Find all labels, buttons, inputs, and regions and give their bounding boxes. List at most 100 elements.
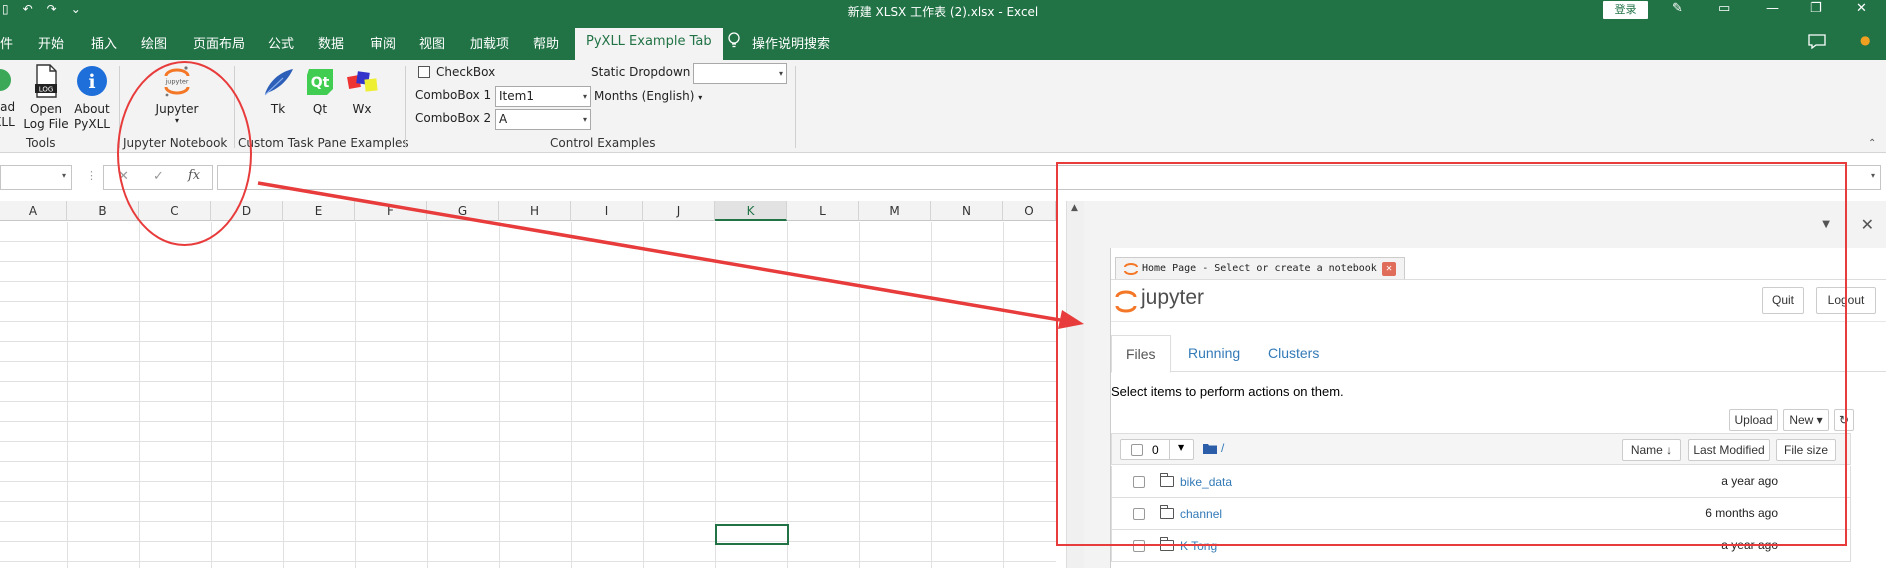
list-item[interactable]: K Tong a year ago — [1111, 530, 1851, 562]
tab-review[interactable]: 审阅 — [370, 33, 396, 52]
column-header[interactable]: C — [139, 201, 211, 221]
row-checkbox[interactable] — [1133, 476, 1145, 488]
expand-formula-icon[interactable]: ▾ — [1871, 171, 1875, 180]
browser-tab[interactable]: Home Page - Select or create a notebook … — [1115, 257, 1405, 279]
months-dropdown[interactable]: Months (English) ▾ — [594, 89, 702, 103]
maximize-icon[interactable]: ❐ — [1810, 0, 1822, 18]
insert-function-icon[interactable]: fx — [188, 168, 200, 183]
column-header[interactable]: J — [643, 201, 715, 221]
upload-button[interactable]: Upload — [1729, 409, 1778, 431]
qt-logo-icon: Qt — [307, 69, 333, 95]
file-name-link[interactable]: channel — [1180, 507, 1222, 521]
active-cell[interactable] — [715, 524, 789, 545]
log-file-icon: LOG — [35, 64, 57, 98]
tk-button[interactable]: Tk — [261, 66, 295, 117]
tab-file[interactable]: 件 — [0, 33, 13, 52]
checkbox-example[interactable] — [418, 66, 430, 78]
column-header[interactable]: N — [931, 201, 1003, 221]
vertical-scrollbar[interactable]: ▲ — [1066, 201, 1084, 568]
tab-addins[interactable]: 加载项 — [470, 33, 509, 52]
jupyter-logo-icon: jupyter — [164, 66, 190, 97]
select-all-checkbox[interactable] — [1131, 444, 1143, 456]
tab-data[interactable]: 数据 — [318, 33, 344, 52]
tab-insert[interactable]: 插入 — [91, 33, 117, 52]
about-pyxll-button[interactable]: i About PyXLL — [70, 64, 114, 132]
breadcrumb-path[interactable]: / — [1221, 441, 1224, 455]
file-name-link[interactable]: K Tong — [1180, 539, 1217, 553]
column-header[interactable]: E — [283, 201, 355, 221]
pane-close-icon[interactable]: ✕ — [1861, 215, 1874, 234]
jupyter-button[interactable]: jupyter Jupyter ▾ — [150, 64, 204, 125]
modified-time: a year ago — [1721, 538, 1778, 552]
pane-options-icon[interactable]: ▼ — [1822, 219, 1830, 230]
select-all-dropdown[interactable]: 0 ▼ — [1120, 439, 1194, 460]
file-size-button[interactable]: File size — [1776, 439, 1836, 461]
new-button[interactable]: New ▾ — [1783, 409, 1829, 431]
column-header[interactable]: O — [1003, 201, 1056, 221]
ribbon-display-icon[interactable]: ▭ — [1718, 0, 1730, 18]
tab-home[interactable]: 开始 — [38, 33, 64, 52]
pen-icon[interactable]: ✎ — [1672, 0, 1683, 18]
cancel-icon[interactable]: ✕ — [118, 169, 129, 184]
combobox1-label: ComboBox 1 — [415, 88, 492, 102]
column-header[interactable]: L — [787, 201, 859, 221]
tab-page-layout[interactable]: 页面布局 — [193, 33, 245, 52]
logout-button[interactable]: Logout — [1816, 287, 1876, 314]
refresh-icon[interactable]: ↻ — [1834, 409, 1854, 431]
tab-clusters[interactable]: Clusters — [1268, 345, 1319, 361]
column-header[interactable]: D — [211, 201, 283, 221]
tab-running[interactable]: Running — [1188, 345, 1240, 361]
chevron-down-icon: ▾ — [778, 69, 783, 78]
chevron-down-icon: ▾ — [698, 93, 703, 102]
worksheet-grid[interactable]: A B C D E F G H I J K L M N O — [0, 201, 1056, 568]
notification-dot: ● — [1860, 33, 1871, 47]
tab-formulas[interactable]: 公式 — [268, 33, 294, 52]
tab-pyxll-example[interactable]: PyXLL Example Tab — [575, 28, 723, 60]
tab-files[interactable]: Files — [1111, 335, 1171, 373]
jupyter-logo-text: jupyter — [1141, 286, 1205, 309]
file-name-link[interactable]: bike_data — [1180, 475, 1232, 489]
load-xll-button[interactable]: oad XLL — [0, 64, 16, 130]
quit-button[interactable]: Quit — [1762, 287, 1804, 314]
column-header[interactable]: H — [499, 201, 571, 221]
folder-icon — [1203, 444, 1217, 454]
collapse-ribbon-icon[interactable]: ⌃ — [1868, 138, 1876, 149]
column-header[interactable]: I — [571, 201, 643, 221]
tell-me-search[interactable]: 操作说明搜索 — [752, 33, 830, 52]
open-log-file-button[interactable]: LOG Open Log File — [22, 64, 70, 132]
combobox1[interactable]: Item1 ▾ — [495, 86, 591, 107]
login-button[interactable]: 登录 — [1603, 1, 1648, 19]
name-box[interactable]: ▾ — [0, 165, 72, 190]
tab-view[interactable]: 视图 — [419, 33, 445, 52]
static-dropdown[interactable]: ▾ — [693, 63, 787, 84]
cell-area[interactable] — [0, 222, 1056, 568]
column-header[interactable]: G — [427, 201, 499, 221]
column-header[interactable]: F — [355, 201, 427, 221]
combobox2[interactable]: A ▾ — [495, 109, 591, 130]
list-item[interactable]: channel 6 months ago — [1111, 498, 1851, 530]
close-window-icon[interactable]: ✕ — [1856, 0, 1867, 18]
modified-time: a year ago — [1721, 474, 1778, 488]
formula-input[interactable]: ▾ — [217, 165, 1881, 190]
sort-name-button[interactable]: Name ↓ — [1622, 439, 1681, 461]
minimize-icon[interactable]: — — [1766, 0, 1779, 18]
enter-icon[interactable]: ✓ — [153, 169, 164, 184]
list-item[interactable]: bike_data a year ago — [1111, 466, 1851, 498]
tab-help[interactable]: 帮助 — [533, 33, 559, 52]
column-header[interactable]: A — [0, 201, 67, 221]
qt-button[interactable]: Qt Qt — [303, 66, 337, 117]
wx-button[interactable]: Wx — [344, 66, 380, 117]
comment-icon[interactable] — [1808, 34, 1826, 49]
last-modified-button[interactable]: Last Modified — [1688, 439, 1770, 461]
column-header-selected[interactable]: K — [715, 201, 787, 221]
scroll-up-icon[interactable]: ▲ — [1071, 203, 1078, 213]
column-header[interactable]: M — [859, 201, 931, 221]
checkbox-label: CheckBox — [436, 65, 496, 79]
group-separator — [234, 66, 235, 148]
tab-draw[interactable]: 绘图 — [141, 33, 167, 52]
row-checkbox[interactable] — [1133, 508, 1145, 520]
tab-close-icon[interactable]: ✕ — [1382, 262, 1396, 276]
folder-icon — [1160, 505, 1174, 519]
row-checkbox[interactable] — [1133, 540, 1145, 552]
column-header[interactable]: B — [67, 201, 139, 221]
